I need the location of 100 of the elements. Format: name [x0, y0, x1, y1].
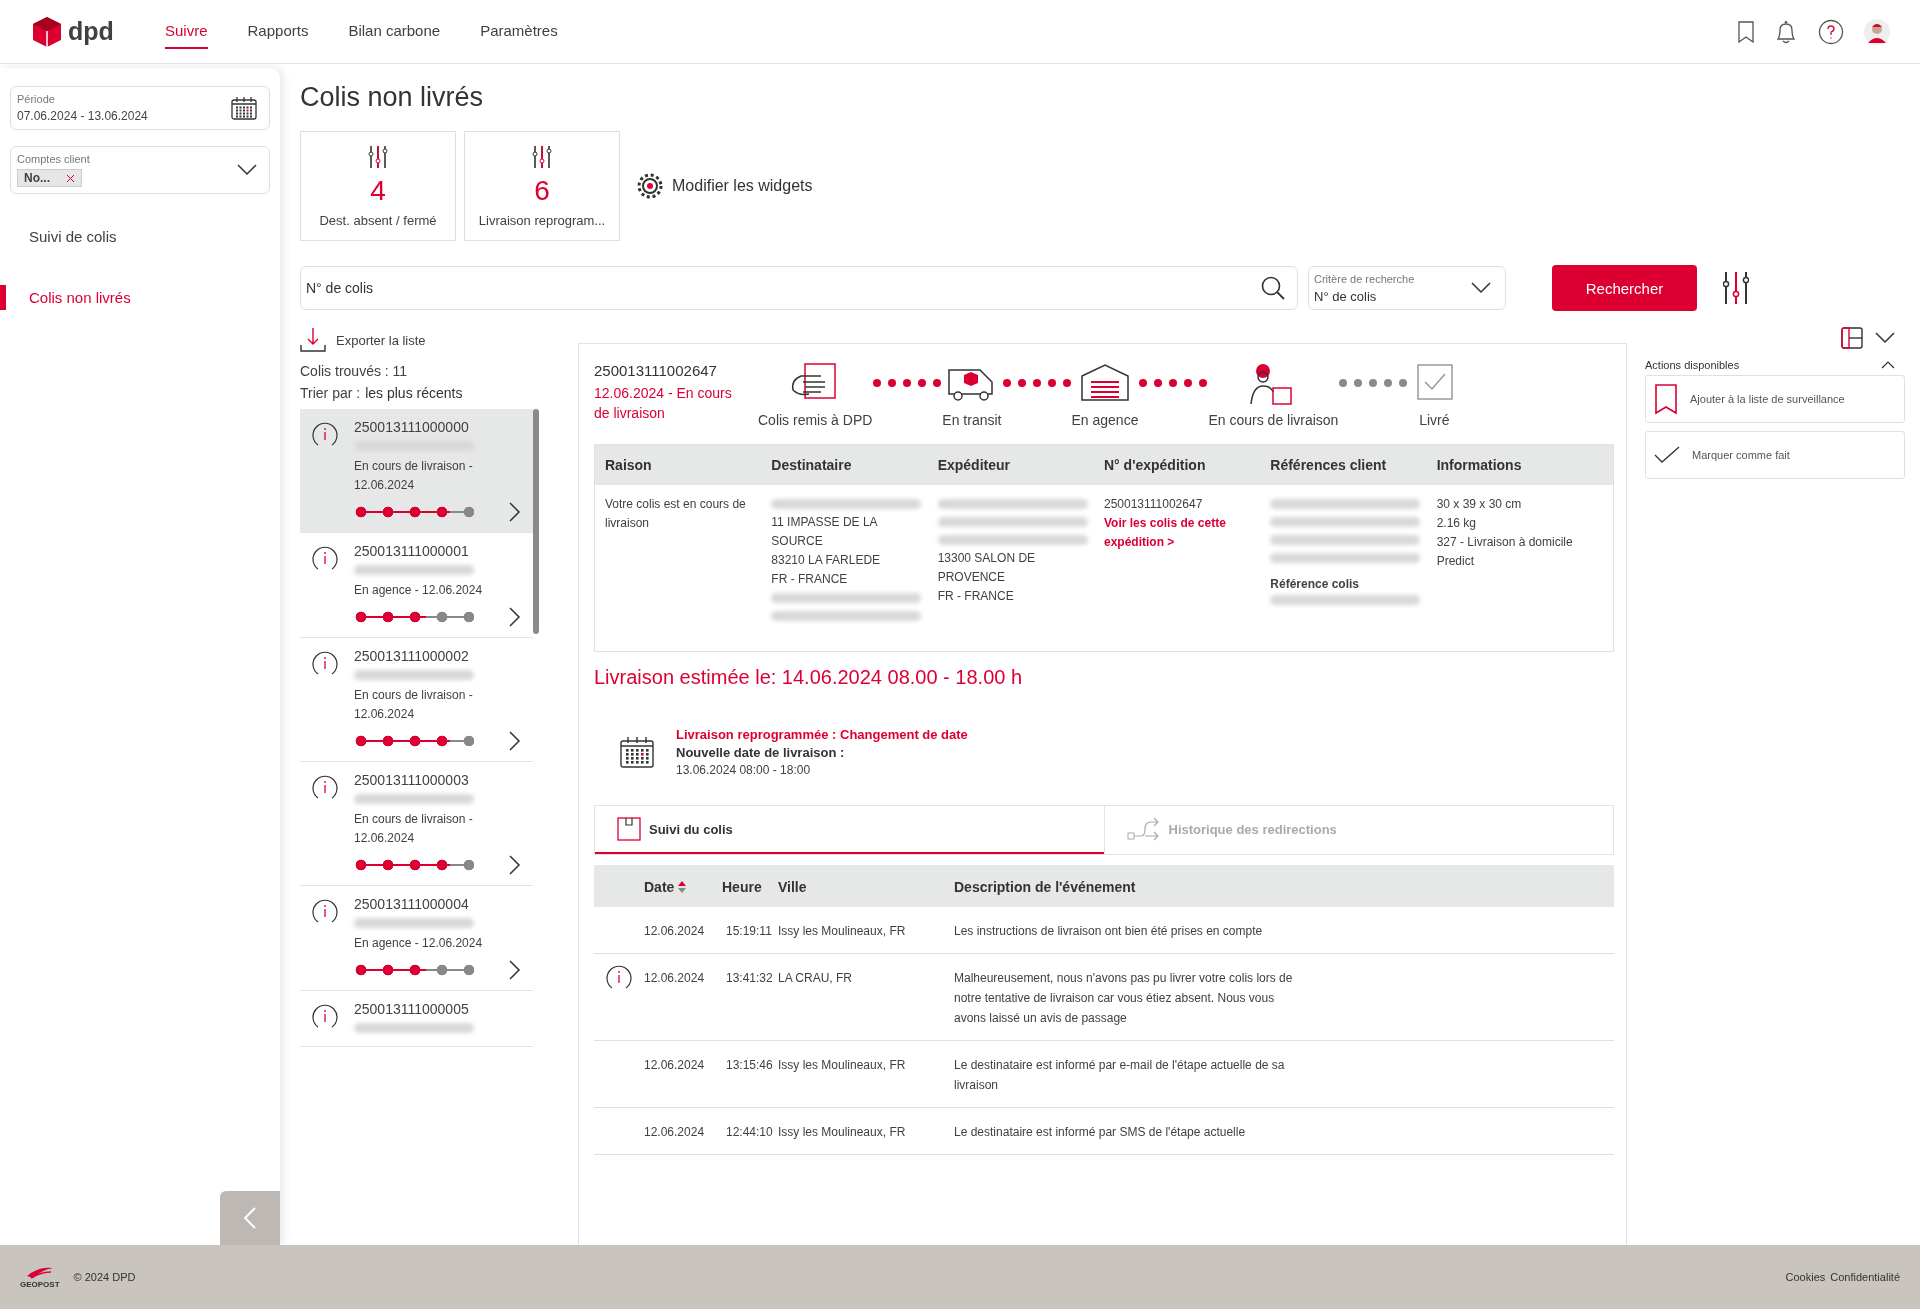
stage-label: Colis remis à DPD [758, 412, 873, 428]
account-chip: No... [17, 169, 82, 187]
column-header: Ville [778, 879, 808, 895]
table-cell-text: 12.06.2024 [644, 923, 706, 940]
chevron-right-icon[interactable] [509, 855, 521, 875]
action-button[interactable]: Marquer comme fait [1645, 431, 1905, 479]
action-button[interactable]: Ajouter à la liste de surveillance [1645, 375, 1905, 423]
parcel-item[interactable]: 250013111000003 En cours de livraison - 12.06.2024 [300, 762, 533, 886]
nav-tab[interactable]: Paramètres [480, 14, 558, 49]
search-field[interactable]: N° de colis [300, 266, 1298, 310]
column-header: Destinataire [771, 457, 853, 473]
parcel-number: 250013111000004 [354, 896, 470, 912]
chevron-right-icon[interactable] [509, 502, 521, 522]
parcel-number: 250013111000000 [354, 419, 470, 435]
widget-count: 6 [534, 174, 550, 207]
shipment-link[interactable]: Voir les colis de cette expédition > [1104, 514, 1261, 552]
table-cell-text: LA CRAU, FR [778, 970, 853, 987]
table-cell-text: 12.06.2024 [644, 970, 706, 987]
table-cell-text: Le destinataire est informé par SMS de l'étape actuelle [954, 1124, 1247, 1141]
table-cell-text: Issy les Moulineaux, FR [778, 923, 907, 940]
chevron-right-icon[interactable] [509, 731, 521, 751]
table-cell-text: Issy les Moulineaux, FR [778, 1057, 907, 1074]
logo-text: dpd [68, 17, 114, 46]
brand-text: GEOPOST [20, 1279, 60, 1289]
footer-link[interactable]: Confidentialité [1830, 1271, 1900, 1283]
nav-tab[interactable]: Suivre [165, 14, 208, 49]
table-cell-text: FR - FRANCE [937, 588, 1015, 605]
table-cell-text: 12.06.2024 [644, 1124, 706, 1141]
table-cell-text: Issy les Moulineaux, FR [778, 1124, 907, 1141]
chevron-down-icon [1471, 282, 1491, 294]
parcel-item[interactable]: 250013111000002 En cours de livraison - 12.06.2024 [300, 638, 533, 762]
column-header: Informations [1436, 457, 1523, 473]
criterion-select[interactable]: Critère de recherche N° de colis [1308, 266, 1506, 310]
widget-count: 4 [370, 174, 386, 207]
sort-link[interactable]: les plus récents [365, 385, 463, 401]
calendar-icon [231, 96, 257, 120]
table-cell-text: 2.16 kg [1436, 515, 1477, 532]
sort-label: Trier par : [300, 385, 361, 401]
remove-icon[interactable] [66, 173, 75, 183]
sidebar-item[interactable]: Colis non livrés [0, 285, 270, 310]
parcel-item[interactable]: 250013111000005 [300, 991, 533, 1047]
reprogram-title: Livraison reprogrammée : Changement de date [676, 727, 968, 742]
parcel-item[interactable]: 250013111000001 En agence - 12.06.2024 [300, 533, 533, 638]
period-field[interactable]: Période 07.06.2024 - 13.06.2024 [10, 86, 270, 130]
cell-heading: Référence colis [1270, 577, 1361, 591]
parcel-item[interactable]: 250013111000000 En cours de livraison - 12.06.2024 [300, 409, 533, 533]
parcel-number: 250013111000005 [354, 1001, 470, 1017]
sliders-icon [368, 144, 388, 169]
chevron-right-icon[interactable] [509, 607, 521, 627]
export-link[interactable]: Exporter la liste [300, 327, 540, 353]
table-cell-text: 83210 LA FARLEDE [771, 552, 882, 569]
chevron-down-icon[interactable] [1875, 332, 1895, 344]
route-icon [1126, 817, 1161, 841]
cube-logo-icon [32, 15, 62, 48]
sidebar-item[interactable]: Suivi de colis [0, 224, 270, 249]
column-header: Références client [1270, 457, 1388, 473]
tracking-status: 12.06.2024 - En cours de livraison [594, 384, 733, 423]
stage-label: En cours de livraison [1208, 412, 1339, 428]
nav-tab[interactable]: Rapports [247, 14, 309, 49]
nav-tab[interactable]: Bilan carbone [348, 14, 441, 49]
parcel-status: En agence - 12.06.2024 [354, 935, 484, 952]
footer-link[interactable]: Cookies [1785, 1271, 1826, 1283]
help-icon[interactable] [1818, 18, 1844, 45]
parcel-item[interactable]: 250013111000004 En agence - 12.06.2024 [300, 886, 533, 991]
table-cell-text: 13:15:46 [725, 1057, 774, 1074]
chevron-down-icon [237, 164, 257, 176]
column-header: Heure [722, 879, 763, 895]
widget-card[interactable]: 4 Dest. absent / fermé [300, 131, 456, 241]
search-button[interactable]: Rechercher [1552, 265, 1697, 311]
parcel-number: 250013111000001 [354, 543, 470, 559]
parcel-status: En cours de livraison - 12.06.2024 [354, 458, 474, 494]
stage-label: En agence [1071, 412, 1139, 428]
column-header: Expéditeur [937, 457, 1011, 473]
table-cell-text: Les instructions de livraison ont bien été prises en compte [954, 923, 1264, 940]
chevron-up-icon[interactable] [1881, 361, 1895, 369]
download-icon [300, 327, 326, 353]
copyright-text: © 2024 DPD [73, 1271, 136, 1283]
bookmark-icon[interactable] [1738, 20, 1754, 43]
gear-icon [636, 172, 664, 200]
widget-card[interactable]: 6 Livraison reprogram... [464, 131, 620, 241]
bell-icon[interactable] [1774, 18, 1798, 45]
layout-icon[interactable] [1841, 327, 1863, 349]
avatar-icon[interactable] [1864, 18, 1890, 45]
sliders-icon[interactable] [1723, 271, 1749, 305]
parcel-number: 250013111000002 [354, 648, 470, 664]
accounts-select[interactable]: Comptes client No... [10, 146, 270, 194]
table-cell-text: Le destinataire est informé par e-mail de l'étape actuelle de sa livraison [954, 1057, 1286, 1094]
widget-label: Dest. absent / fermé [319, 212, 437, 228]
table-cell-text: 13:41:32 [725, 970, 774, 987]
column-header: N° d'expédition [1104, 457, 1207, 473]
table-cell-text: 250013111002647 [1104, 496, 1204, 513]
scrollbar[interactable] [533, 409, 539, 634]
chevron-right-icon[interactable] [509, 960, 521, 980]
table-cell-text: FR - FRANCE [771, 571, 849, 588]
parcel-status: En cours de livraison - 12.06.2024 [354, 687, 474, 723]
modify-widgets-link[interactable]: Modifier les widgets [636, 172, 813, 200]
table-cell-text: Predict [1436, 553, 1475, 570]
column-header[interactable]: Date [644, 879, 722, 895]
search-icon[interactable] [1260, 275, 1286, 301]
page-title: Colis non livrés [300, 82, 485, 113]
